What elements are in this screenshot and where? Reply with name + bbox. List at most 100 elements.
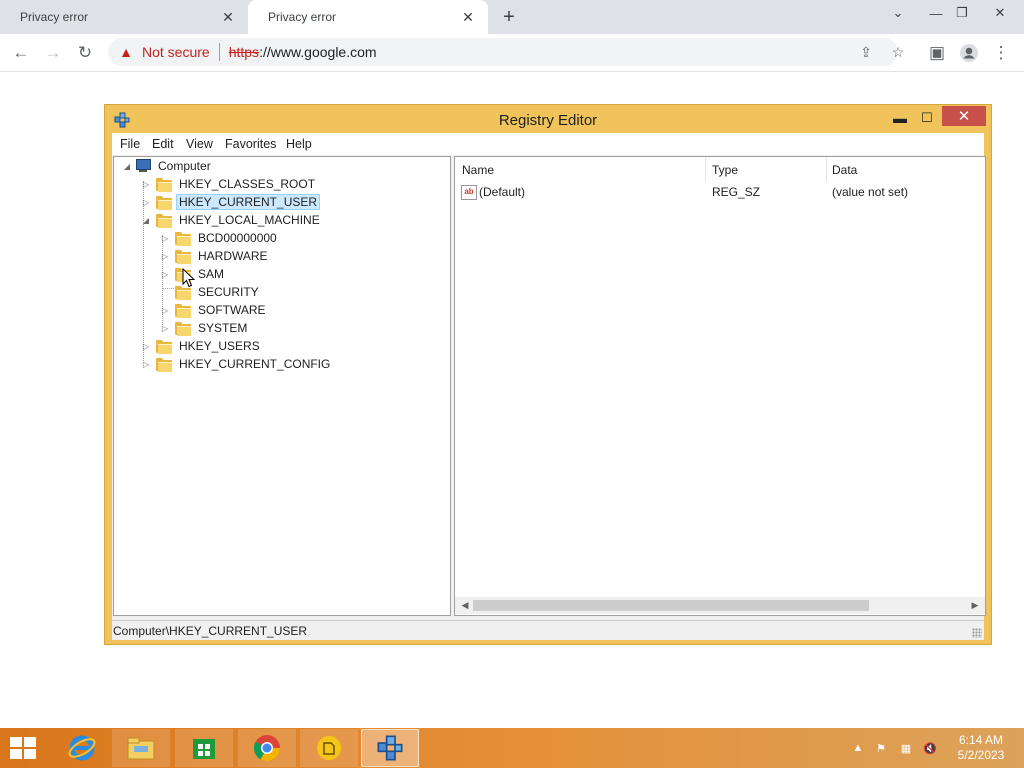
- folder-icon: [156, 339, 172, 354]
- reload-icon[interactable]: ↻: [72, 40, 98, 66]
- value-data: (value not set): [832, 185, 909, 199]
- string-value-icon: ab: [461, 185, 477, 200]
- menu-help[interactable]: Help: [286, 137, 312, 151]
- scroll-right-icon[interactable]: ▶: [967, 598, 983, 613]
- folder-icon: [156, 213, 172, 228]
- expand-arrow-icon[interactable]: ▷: [160, 229, 170, 247]
- forward-icon[interactable]: →: [40, 40, 66, 66]
- menu-favorites[interactable]: Favorites: [225, 137, 276, 151]
- start-button-icon[interactable]: [10, 737, 38, 761]
- clock-time: 6:14 AM: [958, 733, 1004, 747]
- expand-arrow-icon[interactable]: ▷: [141, 355, 151, 373]
- volume-muted-icon[interactable]: 🔇: [922, 741, 938, 755]
- url-text[interactable]: https://www.google.com: [229, 44, 377, 60]
- close-button[interactable]: ✕: [942, 106, 986, 126]
- status-bar: Computer\HKEY_CURRENT_USER: [112, 620, 984, 640]
- tree-item-hkey-classes-root[interactable]: ▷ HKEY_CLASSES_ROOT: [141, 175, 318, 193]
- file-explorer-icon[interactable]: [112, 729, 170, 767]
- show-hidden-icons-icon[interactable]: ▲: [850, 741, 866, 755]
- column-divider[interactable]: [826, 157, 827, 181]
- menu-kebab-icon[interactable]: ⋮: [988, 40, 1014, 66]
- registry-editor-window: Registry Editor ▬ ☐ ✕ File Edit View Fav…: [104, 104, 992, 645]
- expand-arrow-icon[interactable]: ▷: [141, 175, 151, 193]
- expand-arrow-icon[interactable]: ▷: [160, 301, 170, 319]
- horizontal-scrollbar[interactable]: ◀ ▶: [455, 597, 985, 614]
- menu-file[interactable]: File: [120, 137, 140, 151]
- tab-privacy-error-1[interactable]: Privacy error ✕: [0, 0, 248, 34]
- url-host: ://www.google.com: [259, 44, 377, 60]
- chrome-icon[interactable]: [238, 729, 296, 767]
- files-icon[interactable]: [300, 729, 358, 767]
- tree-label: Computer: [158, 159, 211, 173]
- regedit-taskbar-icon[interactable]: [361, 729, 419, 767]
- address-bar[interactable]: ▲ Not secure https://www.google.com ⇪ ☆: [108, 38, 904, 66]
- scroll-left-icon[interactable]: ◀: [457, 598, 473, 613]
- share-icon[interactable]: ⇪: [856, 43, 876, 61]
- side-panel-icon[interactable]: ▣: [924, 40, 950, 66]
- not-secure-label[interactable]: Not secure: [142, 44, 210, 60]
- maximize-button[interactable]: ☐: [914, 108, 940, 128]
- tree-label: HKEY_LOCAL_MACHINE: [179, 213, 320, 227]
- folder-icon: [175, 249, 191, 264]
- list-header: Name Type Data: [455, 157, 985, 181]
- tree-item-hkey-current-config[interactable]: ▷ HKEY_CURRENT_CONFIG: [141, 355, 333, 373]
- store-icon[interactable]: [175, 729, 233, 767]
- expand-arrow-icon[interactable]: ▷: [160, 247, 170, 265]
- internet-explorer-icon[interactable]: [53, 729, 111, 767]
- url-scheme: https: [228, 44, 260, 60]
- expand-arrow-icon[interactable]: ▷: [160, 319, 170, 337]
- menu-edit[interactable]: Edit: [152, 137, 174, 151]
- collapse-arrow-icon[interactable]: ◢: [122, 157, 132, 175]
- expand-arrow-icon[interactable]: ▷: [160, 265, 170, 283]
- network-icon[interactable]: ▦: [898, 741, 914, 755]
- minimize-icon[interactable]: —: [922, 2, 950, 24]
- expand-arrow-icon[interactable]: ▷: [141, 193, 151, 211]
- tab-title: Privacy error: [268, 10, 337, 24]
- folder-icon: [175, 303, 191, 318]
- value-type: REG_SZ: [712, 185, 761, 199]
- collapse-arrow-icon[interactable]: ◢: [141, 211, 151, 229]
- folder-icon: [175, 321, 191, 336]
- tree-item-hkey-current-user[interactable]: ▷ HKEY_CURRENT_USER: [141, 193, 321, 211]
- tree-item-hardware[interactable]: ▷ HARDWARE: [160, 247, 271, 265]
- close-tab-icon[interactable]: ✕: [220, 9, 236, 25]
- warning-icon[interactable]: ▲: [118, 44, 134, 60]
- new-tab-icon[interactable]: +: [497, 6, 521, 28]
- tab-privacy-error-2[interactable]: Privacy error ✕: [248, 0, 488, 34]
- menu-view[interactable]: View: [186, 137, 213, 151]
- tree-item-computer[interactable]: ◢ Computer: [122, 157, 214, 175]
- back-icon[interactable]: ←: [8, 40, 34, 66]
- column-type[interactable]: Type: [712, 163, 738, 177]
- tree-label: SOFTWARE: [198, 303, 266, 317]
- tree-item-system[interactable]: ▷ SYSTEM: [160, 319, 250, 337]
- minimize-button[interactable]: ▬: [887, 108, 913, 128]
- close-tab-icon[interactable]: ✕: [460, 9, 476, 25]
- action-center-flag-icon[interactable]: ⚑: [873, 741, 889, 755]
- key-tree-pane[interactable]: ◢ Computer ▷ HKEY_CLASSES_ROOT ▷ HKEY_CU…: [113, 156, 451, 616]
- resize-grip-icon[interactable]: [972, 628, 982, 638]
- tree-item-security[interactable]: SECURITY: [160, 283, 262, 301]
- close-icon[interactable]: ✕: [986, 2, 1014, 24]
- taskbar: ▲ ⚑ ▦ 🔇 6:14 AM 5/2/2023: [0, 728, 1024, 768]
- profile-avatar-icon[interactable]: [956, 40, 982, 66]
- tab-search-icon[interactable]: ⌄: [884, 2, 912, 24]
- restore-icon[interactable]: ❐: [948, 2, 976, 24]
- tree-item-bcd[interactable]: ▷ BCD00000000: [160, 229, 280, 247]
- column-data[interactable]: Data: [832, 163, 857, 177]
- values-list-pane[interactable]: Name Type Data ab (Default) REG_SZ (valu…: [454, 156, 986, 616]
- column-name[interactable]: Name: [462, 163, 494, 177]
- title-bar[interactable]: Registry Editor ▬ ☐ ✕: [105, 105, 991, 133]
- tree-label: HKEY_CLASSES_ROOT: [179, 177, 316, 191]
- tree-item-hkey-local-machine[interactable]: ◢ HKEY_LOCAL_MACHINE: [141, 211, 323, 229]
- value-row-default[interactable]: ab (Default) REG_SZ (value not set): [455, 183, 985, 201]
- expand-arrow-icon[interactable]: ▷: [141, 337, 151, 355]
- tree-label: SYSTEM: [198, 321, 248, 335]
- column-divider[interactable]: [705, 157, 706, 181]
- bookmark-star-icon[interactable]: ☆: [888, 43, 908, 61]
- scrollbar-thumb[interactable]: [473, 600, 869, 611]
- tree-item-hkey-users[interactable]: ▷ HKEY_USERS: [141, 337, 263, 355]
- system-clock[interactable]: 6:14 AM 5/2/2023: [948, 733, 1014, 763]
- tree-label: HARDWARE: [198, 249, 268, 263]
- tree-item-software[interactable]: ▷ SOFTWARE: [160, 301, 269, 319]
